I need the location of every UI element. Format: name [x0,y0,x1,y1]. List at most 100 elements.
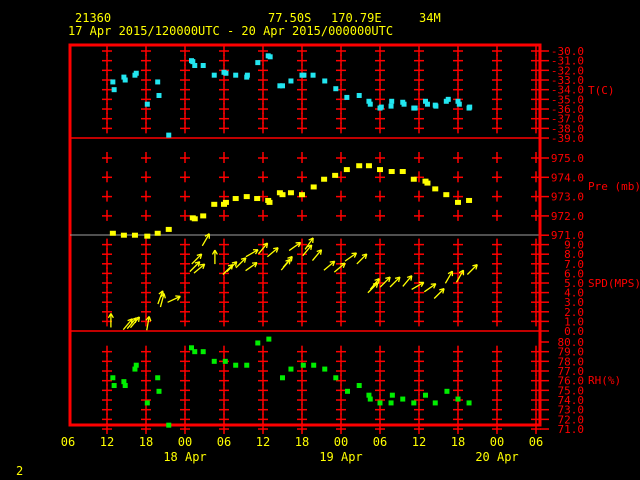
x-tick-label: 00 [490,435,504,449]
pressure-point [299,192,305,198]
x-date-label: 18 Apr [163,450,206,464]
temperature-point [356,92,362,98]
y-tick-label: 975.0 [551,152,584,165]
x-tick-label: 18 [295,435,309,449]
wind-arrow [356,253,368,265]
pressure-point [377,167,383,173]
humidity-point [288,366,294,372]
wind-arrow-stroke [466,264,478,275]
pressure-point [388,169,395,175]
y-tick-label: 972.0 [551,210,584,223]
humidity-point [466,400,472,406]
humidity-point [255,340,261,346]
wind-arrow [211,249,218,265]
humidity-point [111,383,117,389]
humidity-point [222,358,228,364]
temperature-point [412,105,418,111]
wind-arrow-stroke [290,256,293,262]
x-tick-label: 12 [100,435,114,449]
wind-arrow [402,275,413,287]
temperature-point [200,63,206,69]
humidity-point [444,388,450,394]
y-axis-label-temperature: T(C) [588,84,615,97]
wind-arrow [167,295,181,303]
wind-arrow-stroke [379,276,391,288]
pressure-point [109,230,116,236]
temperature-point [322,78,328,84]
temperature-point [223,70,229,76]
x-tick-label: 18 [139,435,153,449]
temperature-point [155,79,161,85]
temperature-point [280,83,285,89]
humidity-point [311,362,317,368]
humidity-point [155,375,161,381]
humidity-point [432,400,438,406]
wind-arrow [466,263,478,275]
temperature-point [211,72,217,78]
humidity-point [144,400,150,406]
temperature-point [388,103,394,109]
temperature-point [433,103,439,109]
humidity-point [455,396,461,402]
x-tick-label: 12 [412,435,426,449]
wind-arrow-stroke [433,288,445,299]
temperature-point [144,101,150,107]
pressure-point [310,184,317,190]
wind-arrow-stroke [319,249,323,255]
y-tick-label: -39.0 [551,132,584,145]
wind-arrow-stroke [148,316,152,322]
humidity-point [333,375,339,381]
pressure-point [266,199,273,205]
y-tick-label: 973.0 [551,191,584,204]
pressure-point [287,190,294,196]
humidity-point [166,422,172,428]
wind-arrow [266,247,279,258]
humidity-point [345,388,350,394]
pressure-point [222,199,229,205]
pressure-point [410,176,417,182]
wind-arrow [245,262,258,272]
temperature-point [110,79,116,85]
wind-arrow-stroke [389,276,401,288]
pressure-point [466,197,473,203]
temperature-point [344,94,350,100]
humidity-point [211,358,217,364]
temperature-point [133,70,139,76]
pressure-point [232,196,239,202]
pressure-point [332,172,339,178]
pressure-point [279,192,286,198]
x-tick-label: 06 [373,435,387,449]
y-axis-label-humidity: RH(%) [588,374,621,387]
humidity-point [266,336,272,342]
y-axis-label-wind: SPD(MPS) [588,277,640,290]
temperature-point [367,101,373,107]
wind-arrow [311,249,323,261]
wind-arrow [379,276,391,288]
temperature-point [233,72,239,78]
pressure-point [321,176,328,182]
humidity-point [411,400,417,406]
temperature-point [244,72,250,78]
humidity-point [280,375,285,381]
wind-arrow-stroke [377,278,380,284]
humidity-point [389,392,395,398]
temperature-point [122,77,128,83]
humidity-point [156,388,162,394]
wind-arrow [245,249,259,258]
temperature-point [255,60,261,66]
pressure-point [399,169,406,175]
humidity-point [388,400,394,406]
temperature-point [445,96,451,102]
wind-arrow-stroke [410,275,413,281]
temperature-point [401,101,407,107]
humidity-point [322,366,328,372]
temperature-point [333,86,339,92]
wind-arrow-stroke [137,316,141,323]
wind-arrow-stroke [163,293,166,299]
x-tick-label: 00 [178,435,192,449]
x-tick-label: 12 [256,435,270,449]
humidity-point [110,375,116,381]
wind-arrow [159,293,166,308]
temperature-point [456,101,462,107]
temperature-point [467,104,473,110]
